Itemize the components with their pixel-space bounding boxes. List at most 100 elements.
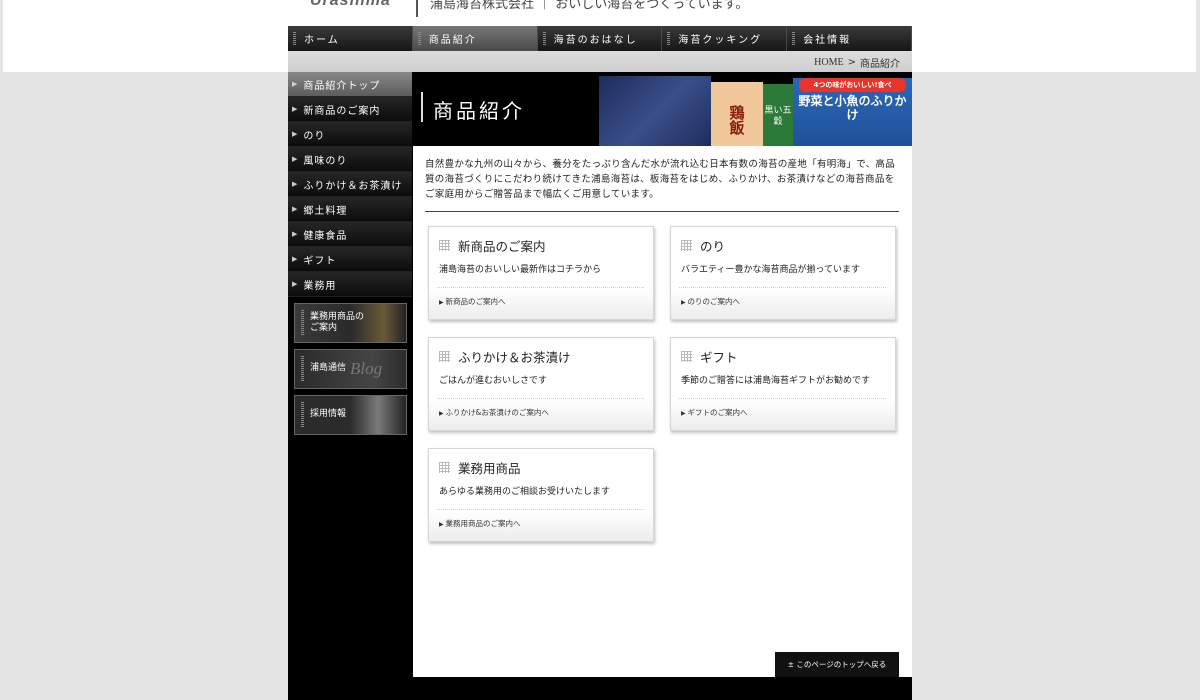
- arrow-right-icon: ▶: [292, 205, 299, 213]
- card-link[interactable]: ▶ 新商品のご案内へ: [439, 296, 506, 307]
- site-logo[interactable]: Urashima: [310, 0, 391, 10]
- breadcrumb: HOME > 商品紹介: [814, 55, 900, 70]
- site-header: Urashima 浦島海苔株式会社 ｜ おいしい海苔をつくっています。: [288, 0, 912, 26]
- sidebar-item-label: 商品紹介トップ: [303, 80, 381, 92]
- intro-text: 自然豊かな九州の山々から、養分をたっぷり含んだ水が流れ込む日本有数の海苔の産地「…: [425, 159, 896, 200]
- banner-label: 浦島通信: [310, 363, 347, 374]
- grip-icon: [792, 31, 796, 46]
- gnav-cooking[interactable]: 海苔クッキング: [662, 26, 788, 51]
- grip-icon: [293, 31, 296, 46]
- product-label: 野菜と小魚のふりかけ: [798, 94, 907, 122]
- sidebar-item-label: 新商品のご案内: [303, 105, 381, 117]
- header-tagline: 浦島海苔株式会社 ｜ おいしい海苔をつくっています。: [430, 0, 749, 12]
- sidebar-item-business[interactable]: ▶ 業務用: [288, 272, 412, 297]
- sidebar-item-new[interactable]: ▶ 新商品のご案内: [288, 97, 412, 122]
- grip-icon: [301, 310, 304, 336]
- grip-icon: [542, 31, 546, 46]
- hero-banner: 商品紹介 鶏飯 黒い五穀 4つの味がおいしい!食べ 野菜と小魚のふりかけ: [413, 72, 912, 146]
- product-label: 黒い五穀: [764, 106, 792, 127]
- gnav-story[interactable]: 海苔のおはなし: [538, 26, 663, 51]
- banner-business-products[interactable]: 業務用商品の ご案内: [294, 303, 407, 343]
- product-label: 鶏飯: [727, 104, 746, 135]
- arrow-right-icon: ▶: [292, 105, 299, 113]
- card-link[interactable]: ▶ ギフトのご案内へ: [681, 407, 748, 418]
- banner-blog[interactable]: 浦島通信 Blog: [294, 349, 407, 389]
- card-title: のり: [681, 236, 725, 255]
- sidebar: ▶ 商品紹介トップ ▶ 新商品のご案内 ▶ のり ▶ 風味のり ▶ ふりかけ＆お茶漬け ▶…: [288, 72, 412, 700]
- grip-icon: [667, 31, 671, 46]
- banner-recruit[interactable]: 採用情報: [294, 395, 407, 435]
- grip-icon: [301, 402, 304, 428]
- page-title: 商品紹介: [433, 99, 525, 123]
- product-image-furikake: 4つの味がおいしい!食べ 野菜と小魚のふりかけ: [793, 78, 912, 146]
- card-title-text: 新商品のご案内: [458, 239, 546, 254]
- card-divider: [679, 398, 887, 399]
- sidebar-item-label: 健康食品: [303, 230, 348, 242]
- breadcrumb-bar: HOME > 商品紹介: [288, 51, 912, 72]
- card-description: あらゆる業務用のご相談お受けいたします: [439, 487, 611, 497]
- gnav-label: ホーム: [304, 35, 340, 46]
- gnav-label: 海苔クッキング: [678, 35, 763, 46]
- header-divider: [416, 0, 418, 17]
- card-divider: [437, 287, 645, 288]
- card-description: ごはんが進むおいしさです: [439, 376, 548, 386]
- arrow-right-icon: ▶: [292, 180, 299, 188]
- gnav-products[interactable]: 商品紹介: [412, 26, 538, 51]
- card-title-text: ギフト: [700, 350, 738, 365]
- card-description: 浦島海苔のおいしい最新作はコチラから: [439, 265, 602, 275]
- arrow-right-icon: ▶: [292, 255, 299, 263]
- card-title: 業務用商品: [439, 458, 521, 477]
- breadcrumb-separator-icon: >: [847, 57, 856, 68]
- sidebar-item-health[interactable]: ▶ 健康食品: [288, 222, 412, 247]
- card-title-text: ふりかけ＆お茶漬け: [458, 350, 571, 365]
- product-image-keihan: 鶏飯: [711, 82, 763, 146]
- gnav-company[interactable]: 会社情報: [787, 26, 912, 51]
- card-nori[interactable]: のり バラエティー豊かな海苔商品が揃っています ▶ のりのご案内へ: [670, 226, 896, 320]
- card-business[interactable]: 業務用商品 あらゆる業務用のご相談お受けいたします ▶ 業務用商品のご案内へ: [428, 448, 654, 542]
- arrow-right-icon: ▶: [292, 230, 299, 238]
- sidebar-item-gift[interactable]: ▶ ギフト: [288, 247, 412, 272]
- card-link-text: 業務用商品のご案内へ: [445, 519, 521, 528]
- card-link-text: ギフトのご案内へ: [687, 408, 748, 417]
- card-link-text: 新商品のご案内へ: [445, 297, 506, 306]
- banner-text: 業務用商品の ご案内: [310, 312, 364, 335]
- sidebar-item-nori[interactable]: ▶ のり: [288, 122, 412, 147]
- global-nav: ホーム 商品紹介 海苔のおはなし 海苔クッキング 会社情報: [288, 26, 912, 51]
- gnav-home[interactable]: ホーム: [288, 26, 413, 51]
- divider: [425, 211, 899, 212]
- card-new-products[interactable]: 新商品のご案内 浦島海苔のおいしい最新作はコチラから ▶ 新商品のご案内へ: [428, 226, 654, 320]
- grid-icon: [439, 351, 450, 362]
- page-top-button[interactable]: ± このページのトップへ戻る: [775, 652, 899, 677]
- card-link[interactable]: ▶ のりのご案内へ: [681, 296, 740, 307]
- hero-divider: [421, 92, 423, 122]
- breadcrumb-home[interactable]: HOME: [814, 57, 843, 68]
- card-description: 季節のご贈答には浦島海苔ギフトがお勧めです: [681, 376, 871, 386]
- sidebar-item-label: 業務用: [303, 280, 337, 292]
- grip-icon: [301, 356, 304, 382]
- card-gift[interactable]: ギフト 季節のご贈答には浦島海苔ギフトがお勧めです ▶ ギフトのご案内へ: [670, 337, 896, 431]
- card-link[interactable]: ▶ ふりかけ&お茶漬けのご案内へ: [439, 407, 549, 418]
- card-title: ギフト: [681, 347, 738, 366]
- sidebar-item-label: ギフト: [303, 255, 337, 267]
- gnav-label: 海苔のおはなし: [553, 35, 638, 46]
- gnav-label: 商品紹介: [428, 35, 477, 46]
- gnav-label: 会社情報: [803, 35, 852, 46]
- banner-label: 採用情報: [310, 409, 347, 420]
- card-divider: [679, 287, 887, 288]
- card-title: 新商品のご案内: [439, 236, 546, 255]
- sidebar-item-label: 風味のり: [303, 155, 348, 167]
- sidebar-item-local-cuisine[interactable]: ▶ 郷土料理: [288, 197, 412, 222]
- breadcrumb-current: 商品紹介: [860, 59, 900, 70]
- sidebar-item-label: ふりかけ＆お茶漬け: [303, 180, 403, 192]
- arrow-right-icon: ▶: [292, 130, 299, 138]
- card-link[interactable]: ▶ 業務用商品のご案内へ: [439, 518, 521, 529]
- banner-line: 業務用商品の: [310, 311, 365, 322]
- grip-icon: [417, 31, 421, 46]
- product-image-nori-box: [599, 76, 711, 146]
- sidebar-item-flavored-nori[interactable]: ▶ 風味のり: [288, 147, 412, 172]
- card-furikake[interactable]: ふりかけ＆お茶漬け ごはんが進むおいしさです ▶ ふりかけ&お茶漬けのご案内へ: [428, 337, 654, 431]
- grid-icon: [681, 351, 692, 362]
- card-link-text: のりのご案内へ: [687, 297, 741, 306]
- sidebar-item-furikake[interactable]: ▶ ふりかけ＆お茶漬け: [288, 172, 412, 197]
- sidebar-item-products-top[interactable]: ▶ 商品紹介トップ: [288, 72, 412, 97]
